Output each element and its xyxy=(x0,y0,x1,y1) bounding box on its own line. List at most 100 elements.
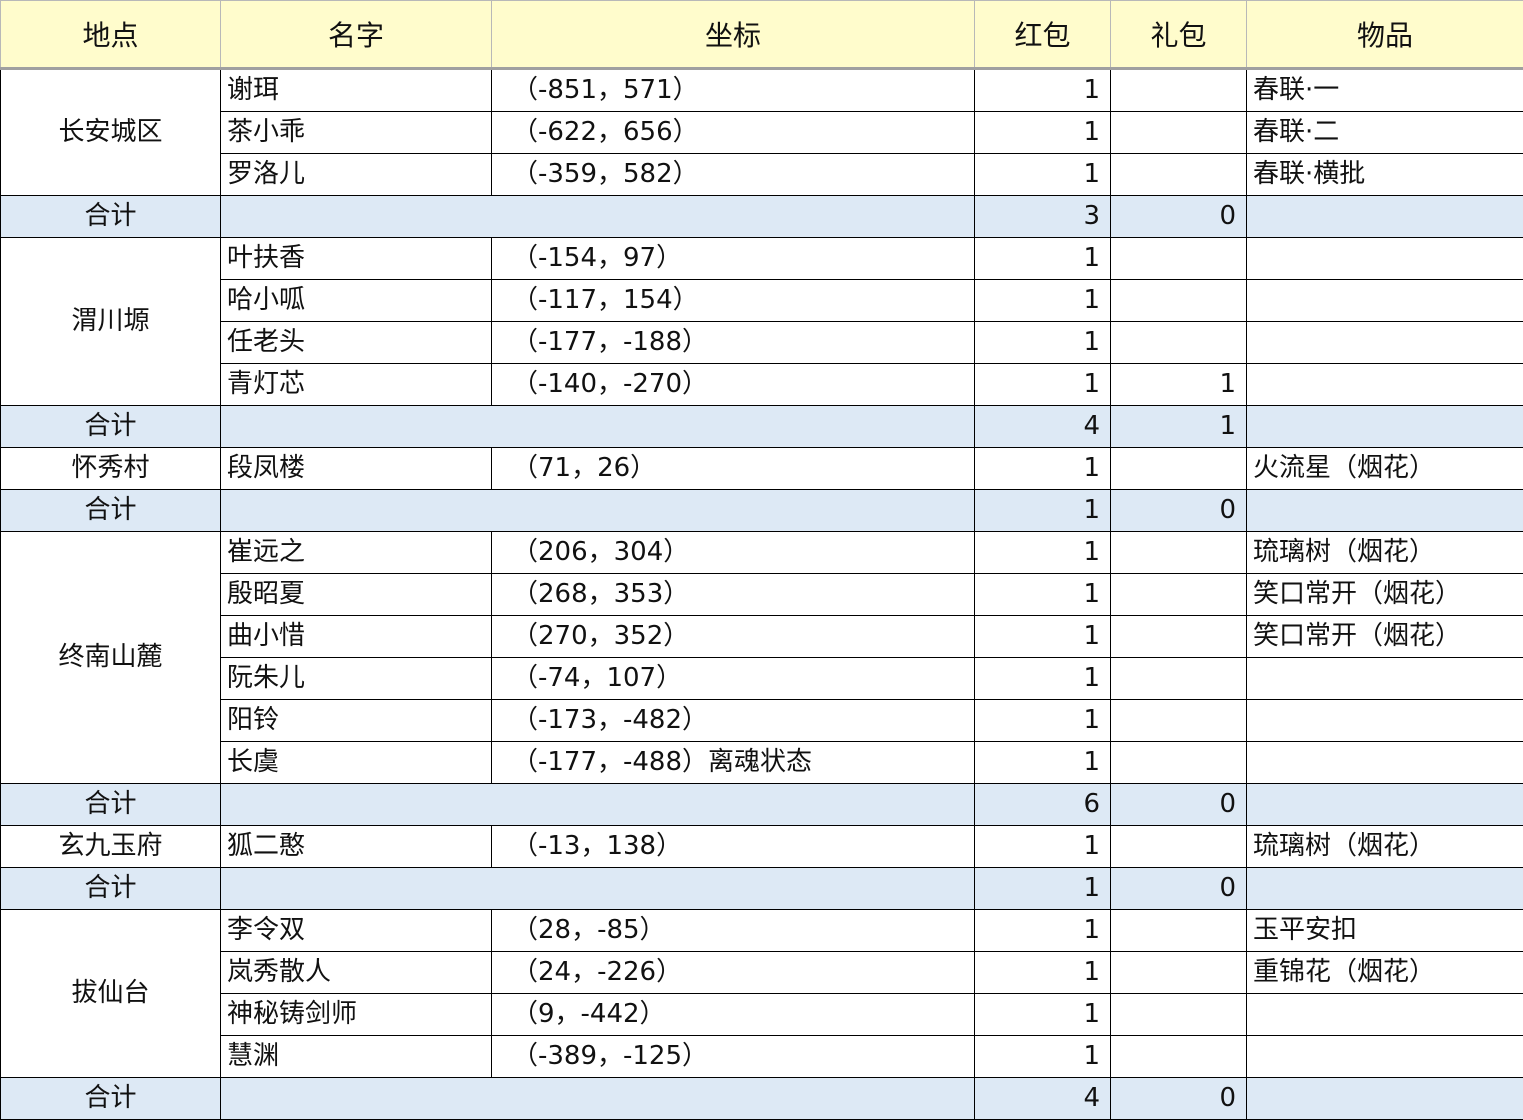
coords-cell[interactable]: （-851，571） xyxy=(492,69,975,112)
item-cell[interactable] xyxy=(1247,700,1523,742)
item-cell[interactable] xyxy=(1247,280,1523,322)
hongbao-cell[interactable]: 1 xyxy=(975,616,1111,658)
libao-cell[interactable] xyxy=(1111,742,1247,784)
item-cell[interactable]: 琉璃树（烟花） xyxy=(1247,826,1523,868)
total-item-cell[interactable] xyxy=(1247,406,1523,448)
coords-cell[interactable]: （-173，-482） xyxy=(492,700,975,742)
total-blank-cell[interactable] xyxy=(221,1078,975,1120)
item-cell[interactable]: 笑口常开（烟花） xyxy=(1247,574,1523,616)
libao-cell[interactable] xyxy=(1111,826,1247,868)
total-hongbao-cell[interactable]: 4 xyxy=(975,406,1111,448)
hongbao-cell[interactable]: 1 xyxy=(975,532,1111,574)
name-cell[interactable]: 青灯芯 xyxy=(221,364,492,406)
item-cell[interactable]: 玉平安扣 xyxy=(1247,910,1523,952)
name-cell[interactable]: 狐二憨 xyxy=(221,826,492,868)
libao-cell[interactable] xyxy=(1111,112,1247,154)
coords-cell[interactable]: （-117，154） xyxy=(492,280,975,322)
name-cell[interactable]: 长虞 xyxy=(221,742,492,784)
name-cell[interactable]: 阮朱儿 xyxy=(221,658,492,700)
total-label-cell[interactable]: 合计 xyxy=(1,196,221,238)
coords-cell[interactable]: （71，26） xyxy=(492,448,975,490)
total-hongbao-cell[interactable]: 1 xyxy=(975,490,1111,532)
coords-cell[interactable]: （-74，107） xyxy=(492,658,975,700)
total-hongbao-cell[interactable]: 1 xyxy=(975,868,1111,910)
coords-cell[interactable]: （-13，138） xyxy=(492,826,975,868)
item-cell[interactable] xyxy=(1247,994,1523,1036)
item-cell[interactable]: 重锦花（烟花） xyxy=(1247,952,1523,994)
coords-cell[interactable]: （-359，582） xyxy=(492,154,975,196)
libao-cell[interactable] xyxy=(1111,574,1247,616)
libao-cell[interactable] xyxy=(1111,69,1247,112)
total-hongbao-cell[interactable]: 3 xyxy=(975,196,1111,238)
libao-cell[interactable] xyxy=(1111,322,1247,364)
libao-cell[interactable] xyxy=(1111,1036,1247,1078)
header-item[interactable]: 物品 xyxy=(1247,1,1523,69)
libao-cell[interactable] xyxy=(1111,238,1247,280)
name-cell[interactable]: 阳铃 xyxy=(221,700,492,742)
name-cell[interactable]: 神秘铸剑师 xyxy=(221,994,492,1036)
hongbao-cell[interactable]: 1 xyxy=(975,826,1111,868)
libao-cell[interactable] xyxy=(1111,994,1247,1036)
item-cell[interactable]: 春联·二 xyxy=(1247,112,1523,154)
hongbao-cell[interactable]: 1 xyxy=(975,910,1111,952)
total-blank-cell[interactable] xyxy=(221,490,975,532)
item-cell[interactable] xyxy=(1247,742,1523,784)
coords-cell[interactable]: （-389，-125） xyxy=(492,1036,975,1078)
name-cell[interactable]: 殷昭夏 xyxy=(221,574,492,616)
libao-cell[interactable] xyxy=(1111,280,1247,322)
hongbao-cell[interactable]: 1 xyxy=(975,742,1111,784)
total-item-cell[interactable] xyxy=(1247,1078,1523,1120)
location-cell[interactable]: 长安城区 xyxy=(1,69,221,196)
libao-cell[interactable] xyxy=(1111,700,1247,742)
item-cell[interactable]: 琉璃树（烟花） xyxy=(1247,532,1523,574)
total-libao-cell[interactable]: 1 xyxy=(1111,406,1247,448)
item-cell[interactable] xyxy=(1247,322,1523,364)
total-blank-cell[interactable] xyxy=(221,196,975,238)
libao-cell[interactable] xyxy=(1111,448,1247,490)
total-label-cell[interactable]: 合计 xyxy=(1,784,221,826)
total-item-cell[interactable] xyxy=(1247,490,1523,532)
coords-cell[interactable]: （28，-85） xyxy=(492,910,975,952)
name-cell[interactable]: 茶小乖 xyxy=(221,112,492,154)
total-item-cell[interactable] xyxy=(1247,784,1523,826)
coords-cell[interactable]: （270，352） xyxy=(492,616,975,658)
total-libao-cell[interactable]: 0 xyxy=(1111,784,1247,826)
item-cell[interactable] xyxy=(1247,1036,1523,1078)
libao-cell[interactable] xyxy=(1111,616,1247,658)
name-cell[interactable]: 哈小呱 xyxy=(221,280,492,322)
total-label-cell[interactable]: 合计 xyxy=(1,406,221,448)
total-item-cell[interactable] xyxy=(1247,196,1523,238)
name-cell[interactable]: 李令双 xyxy=(221,910,492,952)
location-cell[interactable]: 玄九玉府 xyxy=(1,826,221,868)
coords-cell[interactable]: （206，304） xyxy=(492,532,975,574)
item-cell[interactable]: 春联·横批 xyxy=(1247,154,1523,196)
coords-cell[interactable]: （-140，-270） xyxy=(492,364,975,406)
total-libao-cell[interactable]: 0 xyxy=(1111,1078,1247,1120)
name-cell[interactable]: 慧渊 xyxy=(221,1036,492,1078)
name-cell[interactable]: 罗洛儿 xyxy=(221,154,492,196)
name-cell[interactable]: 岚秀散人 xyxy=(221,952,492,994)
coords-cell[interactable]: （268，353） xyxy=(492,574,975,616)
name-cell[interactable]: 任老头 xyxy=(221,322,492,364)
hongbao-cell[interactable]: 1 xyxy=(975,112,1111,154)
coords-cell[interactable]: （-177，-488）离魂状态 xyxy=(492,742,975,784)
name-cell[interactable]: 谢珥 xyxy=(221,69,492,112)
total-hongbao-cell[interactable]: 4 xyxy=(975,1078,1111,1120)
name-cell[interactable]: 曲小惜 xyxy=(221,616,492,658)
hongbao-cell[interactable]: 1 xyxy=(975,154,1111,196)
total-libao-cell[interactable]: 0 xyxy=(1111,868,1247,910)
name-cell[interactable]: 段凤楼 xyxy=(221,448,492,490)
coords-cell[interactable]: （-154，97） xyxy=(492,238,975,280)
hongbao-cell[interactable]: 1 xyxy=(975,364,1111,406)
libao-cell[interactable] xyxy=(1111,154,1247,196)
libao-cell[interactable] xyxy=(1111,658,1247,700)
total-libao-cell[interactable]: 0 xyxy=(1111,490,1247,532)
location-cell[interactable]: 渭川塬 xyxy=(1,238,221,406)
hongbao-cell[interactable]: 1 xyxy=(975,658,1111,700)
total-blank-cell[interactable] xyxy=(221,868,975,910)
coords-cell[interactable]: （-622，656） xyxy=(492,112,975,154)
hongbao-cell[interactable]: 1 xyxy=(975,238,1111,280)
hongbao-cell[interactable]: 1 xyxy=(975,322,1111,364)
item-cell[interactable]: 火流星（烟花） xyxy=(1247,448,1523,490)
total-label-cell[interactable]: 合计 xyxy=(1,1078,221,1120)
